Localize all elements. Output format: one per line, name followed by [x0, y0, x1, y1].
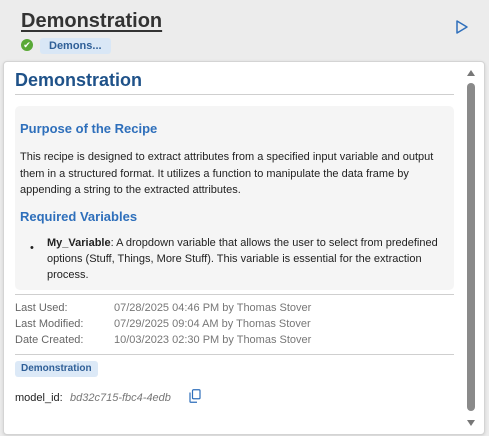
date-created-value: 10/03/2023 02:30 PM by Thomas Stover [114, 334, 312, 346]
divider [15, 94, 454, 95]
purpose-text: This recipe is designed to extract attri… [20, 151, 434, 196]
bullet-marker: • [30, 242, 34, 254]
recipe-tag-chip[interactable]: Demons... [40, 38, 111, 54]
description-panel: Purpose of the Recipe This recipe is des… [15, 106, 454, 290]
scroll-down-arrow-icon[interactable] [467, 420, 475, 426]
check-circle-icon: ✔ [21, 39, 33, 51]
model-id-label: model_id: [15, 392, 63, 404]
model-id-value: bd32c715-fbc4-4edb [70, 392, 171, 404]
recipe-title-link[interactable]: Demonstration [21, 10, 162, 33]
vertical-scrollbar[interactable] [467, 66, 480, 428]
purpose-heading: Purpose of the Recipe [20, 121, 158, 136]
scrollbar-thumb[interactable] [467, 83, 475, 411]
variables-heading: Required Variables [20, 209, 138, 224]
variable-list-item: My_Variable: A dropdown variable that al… [47, 235, 449, 283]
recipe-details-popover: Demonstration Purpose of the Recipe This… [3, 61, 485, 435]
divider [15, 294, 454, 295]
recipe-header: Demonstration ✔ Demons... [0, 0, 489, 62]
play-icon[interactable] [455, 19, 469, 35]
last-used-value: 07/28/2025 04:46 PM by Thomas Stover [114, 302, 312, 314]
tag-chip[interactable]: Demonstration [15, 361, 98, 377]
date-created-label: Date Created: [15, 334, 84, 346]
last-modified-label: Last Modified: [15, 318, 84, 330]
copy-icon[interactable] [189, 389, 201, 403]
divider [15, 354, 454, 355]
last-modified-value: 07/29/2025 09:04 AM by Thomas Stover [114, 318, 311, 330]
last-used-label: Last Used: [15, 302, 68, 314]
scroll-up-arrow-icon[interactable] [467, 70, 475, 76]
variable-name: My_Variable [47, 237, 111, 249]
popover-title: Demonstration [15, 70, 143, 90]
